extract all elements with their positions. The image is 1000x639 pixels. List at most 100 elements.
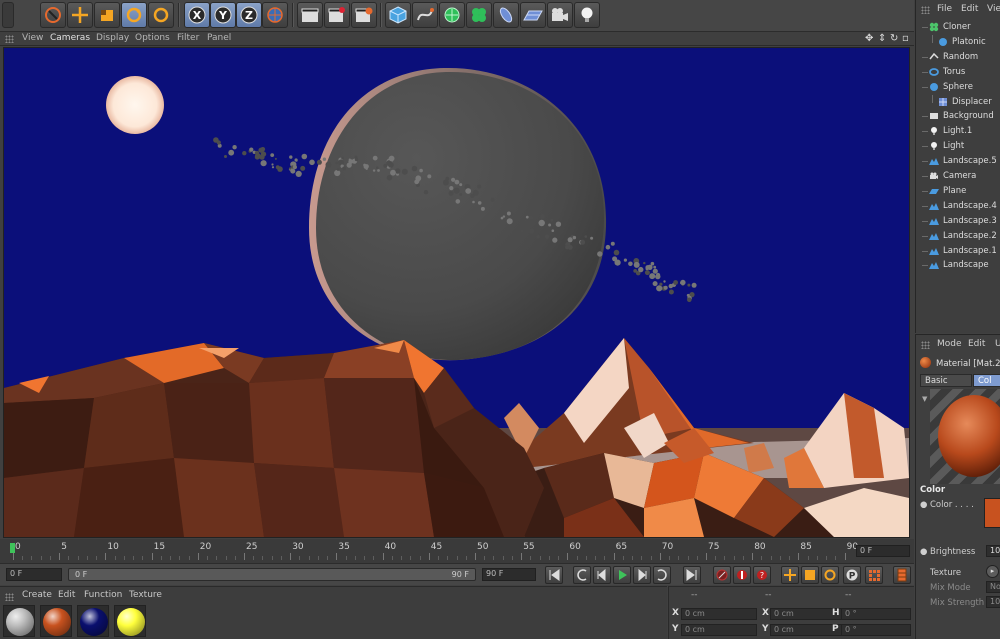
material-grey[interactable] — [3, 605, 35, 637]
cloner-icon[interactable] — [466, 2, 492, 28]
key-scale-icon[interactable] — [801, 566, 819, 584]
menu-user-data[interactable]: U — [995, 339, 1000, 349]
render-view-icon[interactable] — [297, 2, 323, 28]
menu-texture[interactable]: Texture — [129, 590, 162, 600]
object-landscape-3[interactable]: Landscape.3 — [916, 214, 1000, 229]
object-landscape[interactable]: Landscape — [916, 258, 1000, 273]
spline-pen-icon[interactable] — [412, 2, 438, 28]
panel-grip[interactable] — [5, 35, 14, 43]
mix-mode-field[interactable]: No — [986, 581, 1000, 593]
menu-edit[interactable]: Edit — [58, 590, 75, 600]
brightness-field[interactable]: 100 — [986, 545, 1000, 557]
position-x-field[interactable]: 0 cm — [681, 608, 757, 620]
floor-icon[interactable] — [520, 2, 546, 28]
rotation-p-field[interactable]: 0 ° — [841, 624, 911, 636]
key-position-icon[interactable] — [781, 566, 799, 584]
menu-edit[interactable]: Edit — [961, 4, 978, 14]
menu-function[interactable]: Function — [84, 590, 122, 600]
rotation-h-field[interactable]: 0 ° — [841, 608, 911, 620]
object-camera[interactable]: Camera — [916, 169, 1000, 184]
previous-frame-icon[interactable] — [593, 566, 611, 584]
menu-mode[interactable]: Mode — [937, 339, 962, 349]
menu-display[interactable]: Display — [96, 33, 129, 43]
object-landscape-2[interactable]: Landscape.2 — [916, 229, 1000, 244]
object-platonic[interactable]: Platonic — [916, 34, 1000, 50]
timeline-ruler[interactable]: 0 5 10 15 20 25 30 35 40 45 50 55 60 65 70 75 80 85 90 0 F — [0, 539, 914, 563]
frame-ruler[interactable]: 0 5 10 15 20 25 30 35 40 45 50 55 60 65 70 75 80 85 90 — [10, 541, 858, 561]
color-swatch[interactable] — [984, 498, 1000, 528]
go-to-end-icon[interactable] — [683, 566, 701, 584]
render-settings-icon[interactable] — [351, 2, 377, 28]
preview-range-slider[interactable]: 0 F 90 F — [68, 568, 476, 581]
key-pla-icon[interactable] — [865, 566, 883, 584]
object-cloner[interactable]: Cloner — [916, 20, 1000, 35]
collapse-arrow-icon[interactable]: ▼ — [922, 395, 927, 403]
position-y-field[interactable]: 0 cm — [681, 624, 757, 636]
menu-options[interactable]: Options — [135, 33, 170, 43]
render-to-picture-viewer-icon[interactable] — [324, 2, 350, 28]
object-random[interactable]: Random — [916, 50, 1000, 65]
autokeying-icon[interactable] — [733, 566, 751, 584]
object-landscape-1[interactable]: Landscape.1 — [916, 244, 1000, 259]
object-sphere[interactable]: Sphere — [916, 80, 1000, 95]
world-coordinates-icon[interactable] — [262, 2, 288, 28]
cube-icon[interactable] — [385, 2, 411, 28]
object-landscape-4[interactable]: Landscape.4 — [916, 199, 1000, 214]
texture-menu-icon[interactable]: ▸ — [986, 565, 999, 578]
rotate-world-icon[interactable] — [148, 2, 174, 28]
object-plane[interactable]: Plane — [916, 184, 1000, 199]
deformer-icon[interactable] — [493, 2, 519, 28]
toolbar-grip[interactable] — [2, 2, 14, 28]
pan-view-icon[interactable]: ✥ — [865, 33, 873, 44]
menu-view[interactable]: Vie — [987, 4, 1000, 14]
mix-strength-field[interactable]: 10 — [986, 596, 1000, 608]
previous-key-icon[interactable] — [573, 566, 591, 584]
rotate-view-icon[interactable]: ↻ — [890, 33, 898, 44]
key-rotation-icon[interactable] — [821, 566, 839, 584]
tab-color[interactable]: Col — [973, 374, 1000, 387]
dolly-view-icon[interactable]: ⇕ — [878, 33, 886, 44]
move-icon[interactable] — [67, 2, 93, 28]
z-axis-icon[interactable]: Z — [236, 2, 262, 28]
object-light[interactable]: Light — [916, 139, 1000, 154]
menu-create[interactable]: Create — [22, 590, 52, 600]
menu-filter[interactable]: Filter — [177, 33, 199, 43]
panel-grip[interactable] — [5, 593, 14, 601]
object-landscape-5[interactable]: Landscape.5 — [916, 154, 1000, 169]
panel-grip[interactable] — [921, 6, 930, 14]
next-frame-icon[interactable] — [633, 566, 651, 584]
end-frame-field[interactable]: 90 F — [482, 568, 536, 581]
subdivision-surface-icon[interactable] — [439, 2, 465, 28]
object-light-1[interactable]: Light.1 — [916, 124, 1000, 139]
menu-view[interactable]: View — [22, 33, 43, 43]
object-displacer[interactable]: Displacer — [916, 94, 1000, 110]
material-blue[interactable] — [77, 605, 109, 637]
menu-file[interactable]: File — [937, 4, 952, 14]
light-icon[interactable] — [574, 2, 600, 28]
undo-view-icon[interactable] — [40, 2, 66, 28]
object-torus[interactable]: Torus — [916, 65, 1000, 80]
menu-panel[interactable]: Panel — [207, 33, 231, 43]
current-frame-field[interactable]: 0 F — [856, 545, 910, 557]
3d-viewport[interactable] — [3, 47, 910, 538]
record-keys-icon[interactable] — [713, 566, 731, 584]
object-background[interactable]: Background — [916, 109, 1000, 124]
next-key-icon[interactable] — [653, 566, 671, 584]
maximize-view-icon[interactable]: ▫ — [902, 33, 909, 44]
y-axis-icon[interactable]: Y — [210, 2, 236, 28]
rotate-icon[interactable] — [121, 2, 147, 28]
panel-grip[interactable] — [921, 341, 930, 349]
x-axis-icon[interactable]: X — [184, 2, 210, 28]
timeline-settings-icon[interactable] — [893, 566, 911, 584]
tab-basic[interactable]: Basic — [920, 374, 972, 387]
menu-cameras[interactable]: Cameras — [50, 33, 90, 43]
playhead[interactable] — [10, 543, 15, 553]
go-to-start-icon[interactable] — [545, 566, 563, 584]
material-yellow[interactable] — [114, 605, 146, 637]
camera-icon[interactable] — [547, 2, 573, 28]
keyframe-selection-icon[interactable]: ? — [753, 566, 771, 584]
material-orange[interactable] — [40, 605, 72, 637]
menu-edit[interactable]: Edit — [968, 339, 985, 349]
play-forward-icon[interactable] — [613, 566, 631, 584]
key-parameter-icon[interactable]: P — [843, 566, 861, 584]
